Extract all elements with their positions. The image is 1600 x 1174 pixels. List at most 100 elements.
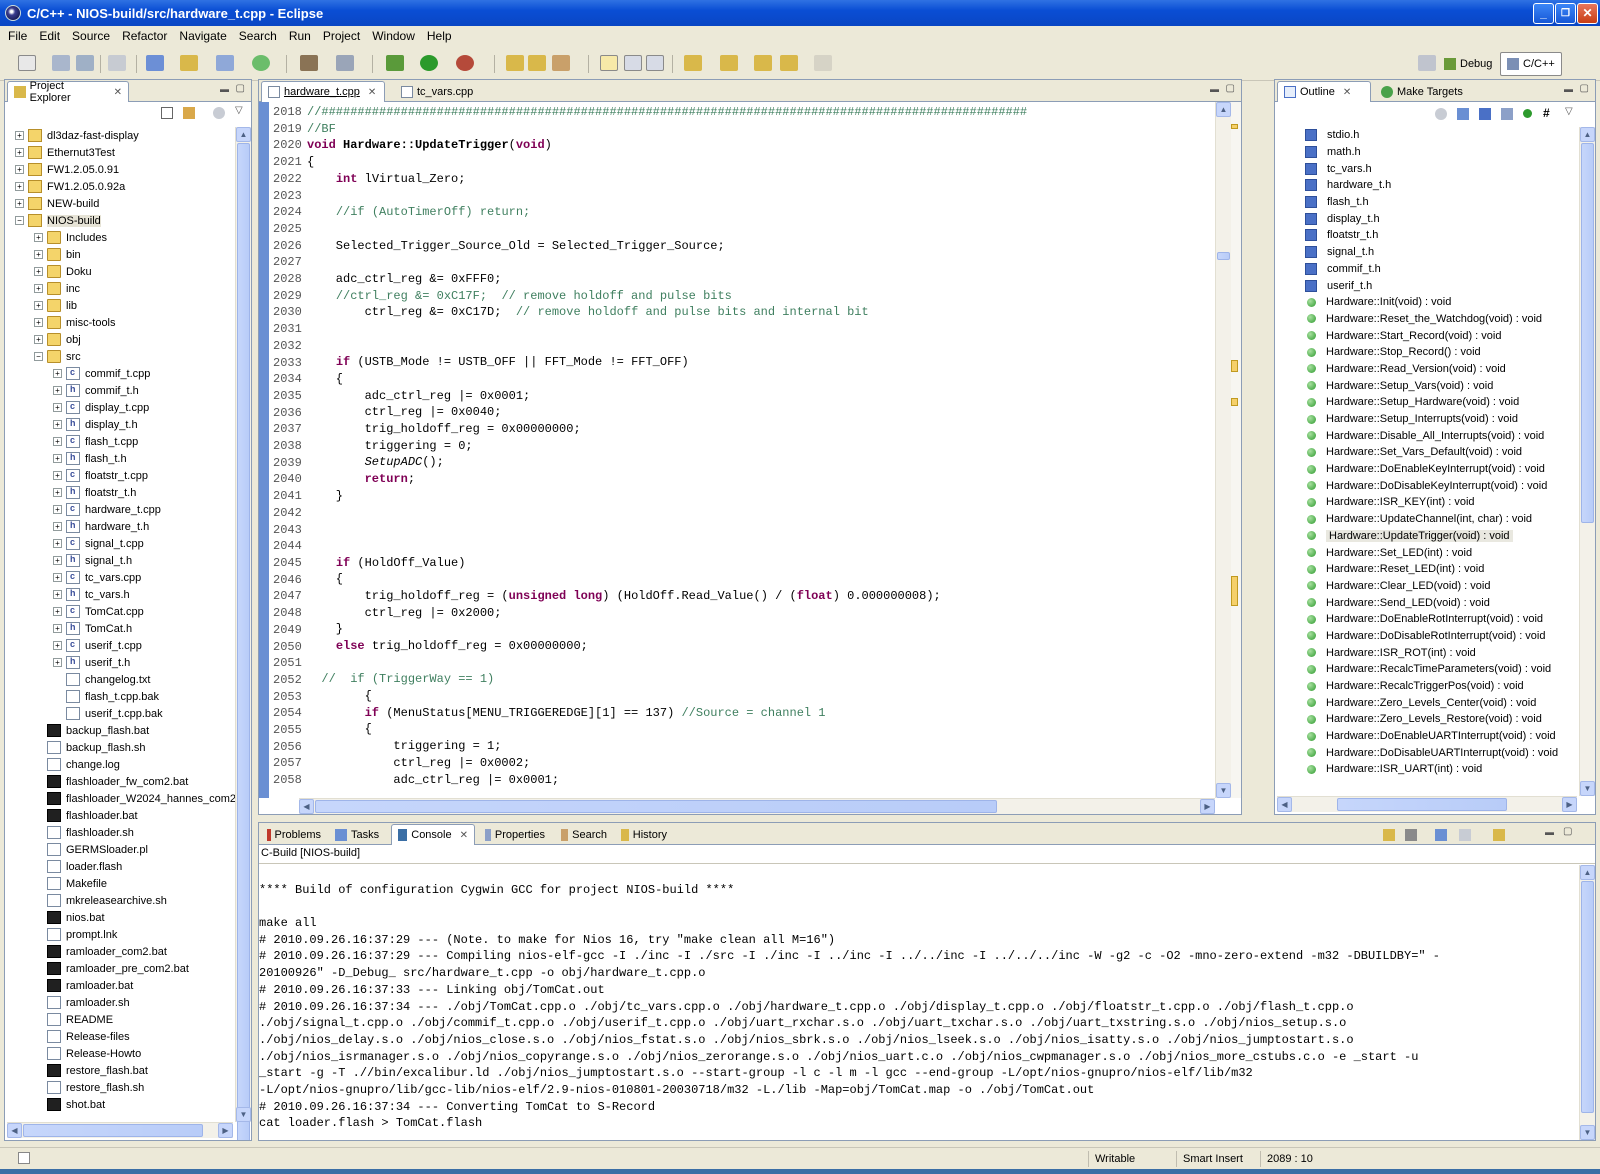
code-line[interactable]: //if (AutoTimerOff) return; (307, 204, 1027, 221)
expand-icon[interactable]: + (34, 250, 43, 259)
overview-marker[interactable] (1231, 124, 1238, 129)
save-icon[interactable] (52, 55, 70, 71)
outline-method[interactable]: Hardware::RecalcTriggerPos(void) : void (1275, 678, 1577, 695)
tree-item[interactable]: + Includes (7, 229, 235, 246)
clear-console-icon[interactable] (1405, 829, 1417, 841)
expand-icon[interactable]: + (15, 199, 24, 208)
menu-source[interactable]: Source (66, 29, 116, 43)
debug-perspective-button[interactable]: Debug (1438, 52, 1498, 76)
expand-icon[interactable]: + (15, 148, 24, 157)
tab-make-targets[interactable]: Make Targets (1375, 81, 1485, 102)
minimize-button[interactable]: _ (1533, 3, 1554, 24)
code-line[interactable]: } (307, 621, 1027, 638)
collapse-icon[interactable]: − (34, 352, 43, 361)
close-icon[interactable]: ✕ (368, 87, 376, 98)
tree-item[interactable]: + userif_t.h (7, 654, 235, 671)
expand-icon[interactable]: + (53, 471, 62, 480)
outline-include[interactable]: tc_vars.h (1275, 160, 1577, 177)
outline-method[interactable]: Hardware::Set_Vars_Default(void) : void (1275, 444, 1577, 461)
code-line[interactable] (307, 338, 1027, 355)
tree-item[interactable]: loader.flash (7, 858, 235, 875)
back-icon[interactable] (780, 55, 798, 71)
toggle-mark-icon[interactable] (600, 55, 618, 71)
sort-icon[interactable] (1457, 108, 1469, 120)
view-menu-icon[interactable]: ▽ (1565, 106, 1573, 117)
open-type-icon[interactable] (506, 55, 524, 71)
tree-item[interactable]: + tc_vars.h (7, 586, 235, 603)
show-whitespace-icon[interactable] (646, 55, 664, 71)
code-line[interactable]: trig_holdoff_reg = (unsigned long) (Hold… (307, 588, 1027, 605)
tab-search[interactable]: Search (555, 824, 613, 845)
tree-item[interactable]: + flash_t.h (7, 450, 235, 467)
tab-tc-vars-cpp[interactable]: tc_vars.cpp (395, 81, 505, 102)
tree-item[interactable]: + floatstr_t.cpp (7, 467, 235, 484)
outline-method[interactable]: Hardware::Stop_Record() : void (1275, 344, 1577, 361)
code-line[interactable] (307, 221, 1027, 238)
open-element-icon[interactable] (528, 55, 546, 71)
outline-method[interactable]: Hardware::ISR_ROT(int) : void (1275, 644, 1577, 661)
new-class-icon[interactable] (216, 55, 234, 71)
tab-history[interactable]: History (615, 824, 673, 845)
code-line[interactable]: { (307, 154, 1027, 171)
code-line[interactable]: SetupADC(); (307, 454, 1027, 471)
outline-include[interactable]: flash_t.h (1275, 194, 1577, 211)
tree-item[interactable]: + hardware_t.h (7, 518, 235, 535)
prev-annotation-icon[interactable] (720, 55, 738, 71)
outline-include[interactable]: signal_t.h (1275, 244, 1577, 261)
menu-window[interactable]: Window (366, 29, 421, 43)
tab-problems[interactable]: Problems (261, 824, 327, 845)
outline-include[interactable]: floatstr_t.h (1275, 227, 1577, 244)
close-icon[interactable]: ✕ (460, 830, 468, 841)
outline-method[interactable]: Hardware::UpdateTrigger(void) : void (1275, 528, 1577, 545)
code-line[interactable]: else trig_holdoff_reg = 0x00000000; (307, 638, 1027, 655)
forward-icon[interactable] (814, 55, 832, 71)
open-perspective-icon[interactable] (1418, 55, 1436, 71)
code-line[interactable]: adc_ctrl_reg |= 0x0001; (307, 772, 1027, 789)
scroll-lock-icon[interactable] (1383, 829, 1395, 841)
outline-method[interactable]: Hardware::DoDisableUARTInterrupt(void) :… (1275, 744, 1577, 761)
tab-hardware-t-cpp[interactable]: hardware_t.cpp ✕ (261, 81, 385, 102)
expand-icon[interactable]: + (34, 267, 43, 276)
code-line[interactable]: { (307, 721, 1027, 738)
maximize-view-icon[interactable]: ▢ (1580, 83, 1589, 94)
code-line[interactable]: if (USTB_Mode != USTB_OFF || FFT_Mode !=… (307, 354, 1027, 371)
tree-item[interactable]: + userif_t.cpp (7, 637, 235, 654)
display-console-icon[interactable] (1459, 829, 1471, 841)
expand-icon[interactable]: + (53, 641, 62, 650)
tree-item[interactable]: GERMSloader.pl (7, 841, 235, 858)
outline-horizontal-scrollbar[interactable]: ◀ ▶ (1277, 796, 1577, 812)
expand-icon[interactable]: + (34, 301, 43, 310)
outline-method[interactable]: Hardware::Send_LED(void) : void (1275, 594, 1577, 611)
tree-item[interactable]: ramloader.sh (7, 994, 235, 1011)
tree-item[interactable]: backup_flash.bat (7, 722, 235, 739)
tree-item[interactable]: + TomCat.h (7, 620, 235, 637)
code-line[interactable] (307, 321, 1027, 338)
outline-include[interactable]: math.h (1275, 144, 1577, 161)
code-line[interactable]: return; (307, 471, 1027, 488)
code-line[interactable]: // if (TriggerWay == 1) (307, 671, 1027, 688)
outline-include[interactable]: userif_t.h (1275, 277, 1577, 294)
explorer-horizontal-scrollbar[interactable]: ◀ ▶ (7, 1122, 233, 1138)
console-vertical-scrollbar[interactable]: ▲ ▼ (1579, 865, 1595, 1140)
hide-fields-icon[interactable] (1479, 108, 1491, 120)
outline-method[interactable]: Hardware::DoDisableRotInterrupt(void) : … (1275, 628, 1577, 645)
menu-navigate[interactable]: Navigate (173, 29, 232, 43)
code-line[interactable]: ctrl_reg |= 0x0002; (307, 755, 1027, 772)
code-line[interactable]: triggering = 1; (307, 738, 1027, 755)
code-line[interactable] (307, 655, 1027, 672)
block-select-icon[interactable] (624, 55, 642, 71)
fast-view-icon[interactable] (18, 1152, 30, 1164)
tree-item[interactable]: + commif_t.cpp (7, 365, 235, 382)
restore-button[interactable]: ❐ (1555, 3, 1576, 24)
search-tool-icon[interactable] (552, 55, 570, 71)
expand-icon[interactable]: + (53, 488, 62, 497)
tree-item[interactable]: Release-Howto (7, 1045, 235, 1062)
expand-icon[interactable]: + (53, 539, 62, 548)
code-line[interactable]: //ctrl_reg &= 0xC17F; // remove holdoff … (307, 288, 1027, 305)
tree-item[interactable]: + flash_t.cpp (7, 433, 235, 450)
tree-item[interactable]: − src (7, 348, 235, 365)
expand-icon[interactable]: + (53, 556, 62, 565)
expand-icon[interactable]: + (53, 454, 62, 463)
code-line[interactable] (307, 254, 1027, 271)
expand-icon[interactable]: + (53, 590, 62, 599)
